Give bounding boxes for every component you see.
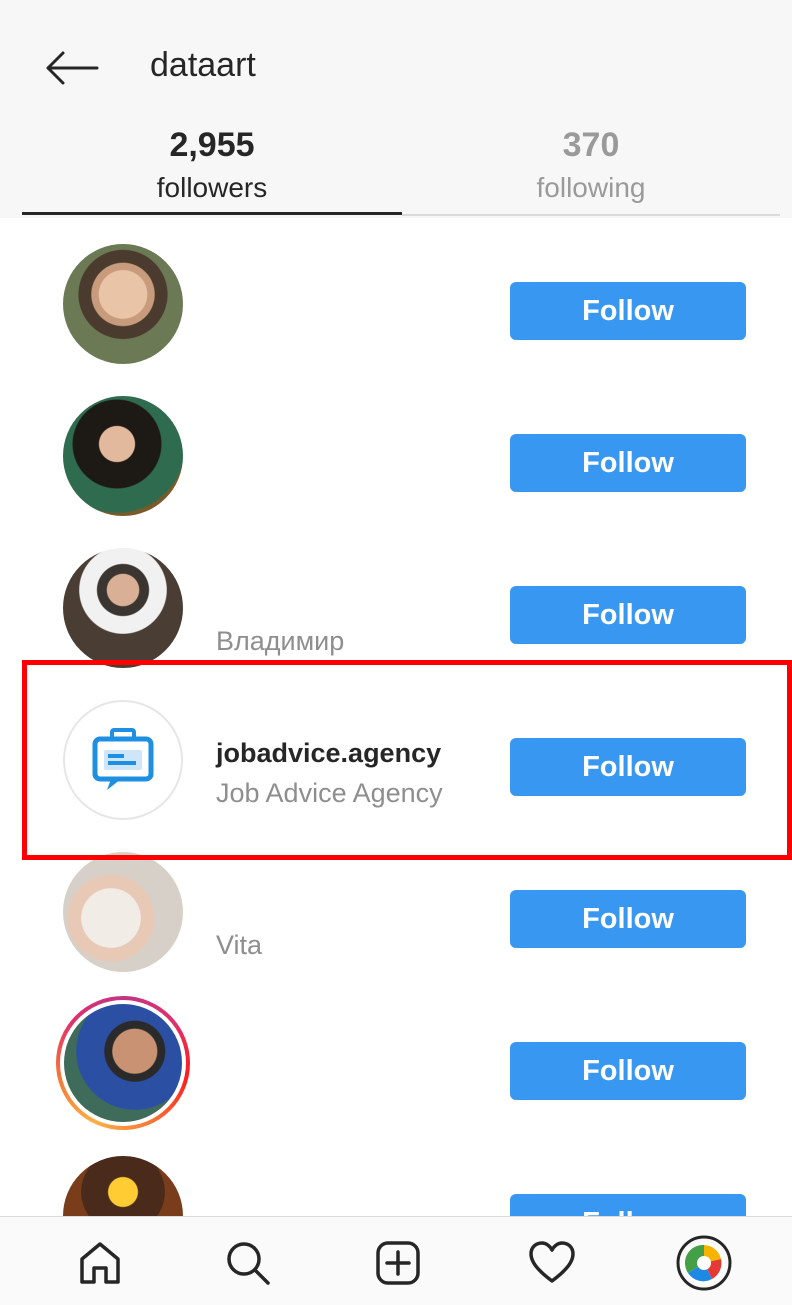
nav-home[interactable] <box>68 1231 132 1295</box>
list-item[interactable]: Follow <box>0 986 792 1138</box>
follow-button[interactable]: Follow <box>510 586 746 644</box>
follow-button[interactable]: Follow <box>510 1042 746 1100</box>
followers-count: 2,955 <box>169 126 255 164</box>
active-tab-indicator <box>22 212 402 215</box>
followers-label: followers <box>156 172 268 203</box>
heart-icon <box>529 1241 575 1283</box>
list-item[interactable]: Follow <box>0 226 792 378</box>
home-icon <box>80 1242 120 1284</box>
bottom-nav <box>0 1216 792 1305</box>
nav-profile[interactable] <box>672 1231 736 1295</box>
avatar[interactable] <box>63 244 183 364</box>
profile-username-title: dataart <box>150 46 256 84</box>
full-name: Владимир <box>216 626 345 656</box>
following-label: following <box>536 172 646 203</box>
nav-activity[interactable] <box>520 1231 584 1295</box>
arrow-left-icon <box>46 51 99 85</box>
header: dataart 2,955 followers 370 following <box>0 0 792 218</box>
redaction-mask <box>212 1160 420 1224</box>
avatar-inner <box>60 1000 186 1126</box>
list-item[interactable]: Follow <box>0 378 792 530</box>
follow-button[interactable]: Follow <box>510 434 746 492</box>
profile-avatar-icon <box>676 1235 732 1291</box>
avatar-photo <box>64 1004 182 1122</box>
avatar-story-ring[interactable] <box>56 996 190 1130</box>
full-name: Vita <box>216 930 263 960</box>
tab-followers[interactable]: 2,955 followers <box>22 122 402 218</box>
follow-button[interactable]: Follow <box>510 890 746 948</box>
nav-search[interactable] <box>216 1231 280 1295</box>
follow-button[interactable]: Follow <box>510 282 746 340</box>
add-post-icon <box>376 1241 420 1285</box>
highlight-box <box>22 660 792 860</box>
avatar[interactable] <box>63 852 183 972</box>
following-count: 370 <box>562 126 620 164</box>
tab-divider <box>402 214 780 216</box>
avatar[interactable] <box>63 548 183 668</box>
avatar[interactable] <box>63 396 183 516</box>
back-button[interactable] <box>40 42 102 94</box>
nav-add-post[interactable] <box>366 1231 430 1295</box>
tab-following[interactable]: 370 following <box>402 122 780 218</box>
search-icon <box>227 1242 270 1285</box>
